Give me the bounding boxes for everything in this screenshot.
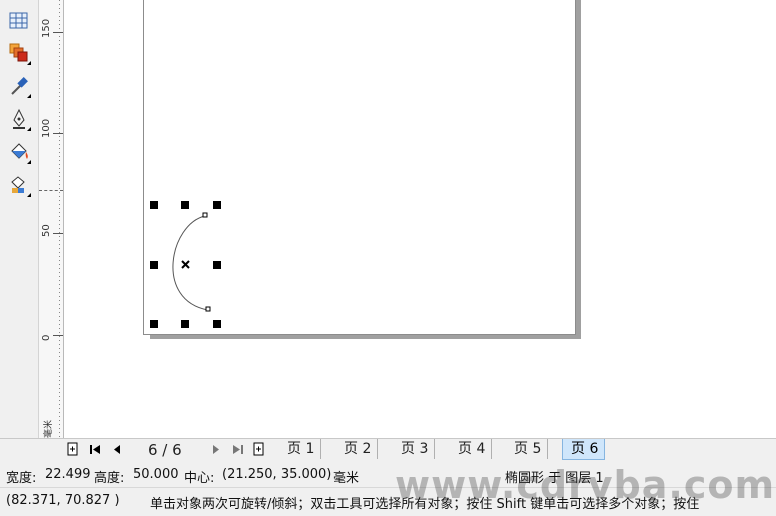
selection-handle-top-left[interactable] — [150, 201, 158, 209]
ruler-label: 0 — [41, 334, 52, 341]
tab-page-2[interactable]: 页 2 — [336, 439, 379, 459]
page-count: 6 / 6 — [148, 441, 182, 459]
ruler-label: 150 — [41, 18, 52, 38]
outline-pen-tool-button[interactable] — [6, 106, 32, 132]
ruler-minor-ticks — [59, 0, 60, 438]
selection-handle-bottom[interactable] — [181, 320, 189, 328]
next-page-icon — [213, 445, 219, 454]
fill-tool-button[interactable] — [6, 139, 32, 165]
tab-page-6[interactable]: 页 6 — [562, 439, 606, 460]
watermark: www.cdrvba.com — [395, 463, 776, 507]
ruler-label: 50 — [41, 224, 52, 237]
first-page-icon — [90, 445, 100, 454]
selection-handle-bottom-right[interactable] — [213, 320, 221, 328]
height-label: 高度: — [94, 471, 125, 486]
arc-start-node[interactable] — [202, 212, 208, 218]
selection-handle-bottom-left[interactable] — [150, 320, 158, 328]
center-marker-icon[interactable] — [181, 260, 190, 269]
selection-handle-right[interactable] — [213, 261, 221, 269]
flyout-corner-icon — [27, 94, 31, 98]
previous-page-button[interactable] — [110, 442, 124, 458]
add-page-icon — [253, 442, 264, 456]
arc-end-node[interactable] — [205, 306, 211, 312]
flyout-corner-icon — [27, 127, 31, 131]
ruler-major-tick — [53, 335, 63, 336]
toolbox — [0, 0, 39, 438]
selected-arc-shape[interactable] — [64, 0, 776, 438]
table-tool-button[interactable] — [6, 8, 32, 34]
selection-handle-top-right[interactable] — [213, 201, 221, 209]
ruler-label: 100 — [41, 118, 52, 138]
tab-page-1[interactable]: 页 1 — [279, 439, 322, 459]
ruler-major-tick — [53, 233, 63, 234]
center-label: 中心: — [184, 471, 215, 486]
add-page-after-button[interactable] — [252, 442, 266, 458]
cursor-coordinates: (82.371, 70.827 ) — [6, 493, 120, 508]
guideline-marker — [39, 190, 63, 192]
first-page-button[interactable] — [88, 442, 102, 458]
tab-page-4[interactable]: 页 4 — [450, 439, 493, 459]
vertical-ruler[interactable]: 150 100 50 0 毫米 — [39, 0, 64, 438]
interactive-fill-tool-button[interactable] — [6, 172, 32, 198]
add-page-before-button[interactable] — [66, 442, 80, 458]
unit-label: 毫米 — [333, 471, 360, 486]
ruler-major-tick — [53, 32, 63, 33]
ruler-unit-label: 毫米 — [44, 419, 54, 438]
last-page-button[interactable] — [231, 442, 245, 458]
center-value: (21.250, 35.000) — [222, 467, 332, 482]
next-page-button[interactable] — [209, 442, 223, 458]
previous-page-icon — [114, 445, 120, 454]
eyedropper-tool-button[interactable] — [6, 73, 32, 99]
flyout-corner-icon — [27, 61, 31, 65]
tab-page-3[interactable]: 页 3 — [393, 439, 436, 459]
flyout-corner-icon — [27, 193, 31, 197]
drawing-canvas[interactable] — [64, 0, 776, 438]
height-value: 50.000 — [133, 467, 179, 482]
width-value: 22.499 — [45, 467, 91, 482]
last-page-icon — [233, 445, 243, 454]
selection-handle-top[interactable] — [181, 201, 189, 209]
flyout-corner-icon — [27, 160, 31, 164]
table-icon — [9, 12, 28, 29]
tab-page-5[interactable]: 页 5 — [506, 439, 549, 459]
ruler-major-tick — [53, 133, 63, 134]
blend-tool-button[interactable] — [6, 40, 32, 66]
page-navigator: 6 / 6 页 1 页 2 页 3 页 4 页 5 页 6 — [0, 438, 776, 461]
width-label: 宽度: — [6, 471, 37, 486]
add-page-icon — [67, 442, 78, 456]
selection-handle-left[interactable] — [150, 261, 158, 269]
